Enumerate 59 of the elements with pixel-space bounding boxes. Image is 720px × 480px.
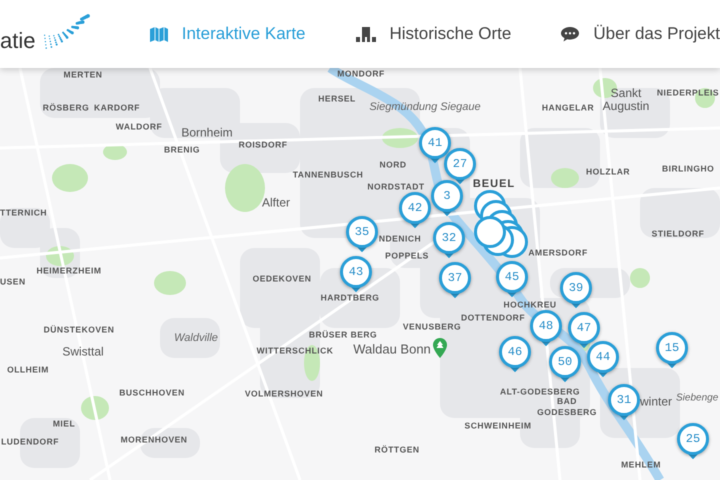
speech-bubble-icon [561, 26, 580, 42]
place-label: Siebenge [676, 392, 718, 406]
place-label: HANGELAR [542, 102, 594, 114]
place-label: DOTTENDORF [460, 312, 526, 324]
place-label: BAD GODESBERG [536, 396, 598, 418]
place-label: BEUEL [472, 176, 516, 192]
place-label: POPPELS [385, 250, 429, 262]
tree-pin-icon [433, 338, 447, 358]
place-label: HOCHKREU [503, 298, 557, 312]
place-label: AMERSDORF [528, 246, 588, 260]
place-label: ALT-GODESBERG [500, 386, 580, 398]
place-label: ROISDORF [238, 138, 288, 152]
place-label: RÖSBERG [42, 102, 90, 114]
park-label: Waldau Bonn [353, 340, 431, 358]
place-label: OLLHEIM [7, 364, 49, 376]
map-icon [150, 26, 168, 42]
place-label: Bornheim [181, 126, 233, 140]
place-label: RÖTTGEN [374, 444, 420, 456]
place-label: VENUSBERG [402, 321, 462, 334]
place-label: TANNENBUSCH [292, 168, 364, 182]
nav-link[interactable]: Historische Orte [356, 21, 512, 47]
place-label: Swisttal [62, 346, 104, 358]
place-label: HERSEL [318, 92, 356, 106]
place-label: VOLMERSHOVEN [244, 388, 324, 400]
place-label: LUDENDORF [1, 436, 59, 448]
place-label: winter [640, 396, 672, 408]
place-label: Alfter [262, 196, 290, 210]
place-label: STIELDORF [652, 228, 704, 240]
nav-link[interactable]: Interaktive Karte [150, 21, 306, 47]
place-label: BRENIG [164, 144, 200, 156]
place-label: NORDSTADT [367, 180, 425, 194]
place-label: SCHWEINHEIM [464, 420, 532, 432]
place-label: Sankt Augustin [602, 87, 650, 113]
place-label: OEDEKOVEN [252, 272, 312, 286]
place-label: NIEDERPLEIS [656, 86, 720, 100]
place-label: BIRLINGHO [662, 162, 714, 176]
place-label: Siegmündung Siegaue [369, 100, 481, 115]
place-label: WITTERSCHLICK [256, 344, 334, 358]
place-label: NDENICH [378, 232, 422, 246]
place-label: HARDTBERG [320, 292, 380, 304]
place-label: HOLZLAR [586, 166, 630, 178]
place-label: KARDORF [94, 102, 140, 114]
place-label: DÜNSTEKOVEN [44, 324, 114, 336]
place-label: NORD [379, 158, 407, 172]
nav-link[interactable]: Über das Projekt [561, 21, 720, 47]
logo-text: atie [0, 26, 36, 54]
place-label: USEN [0, 276, 26, 288]
place-label: Waldville [174, 330, 218, 346]
place-label: BUSCHHOVEN [119, 386, 185, 400]
place-label: MORENHOVEN [120, 434, 188, 446]
place-label: MERTEN [64, 68, 102, 82]
building-icon [356, 26, 376, 42]
place-label: WALDORF [116, 120, 162, 134]
place-label: MEHLEM [621, 458, 661, 472]
place-label: TTERNICH [0, 206, 47, 220]
place-label: MONDORF [337, 68, 385, 80]
place-label: HEIMERZHEIM [36, 264, 102, 278]
place-label: BRÜSER BERG [308, 328, 378, 342]
place-label: MIEL [52, 418, 76, 430]
